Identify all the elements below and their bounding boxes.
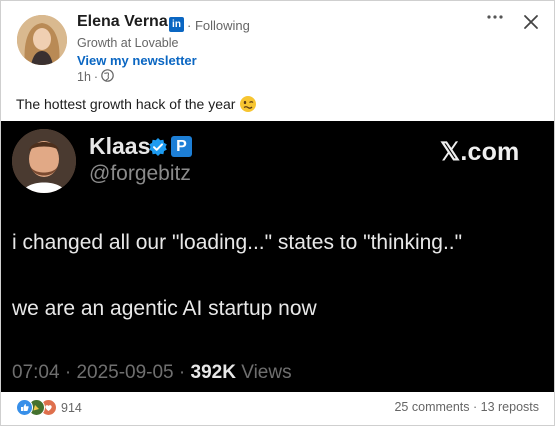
globe-icon [101,69,114,85]
view-newsletter-link[interactable]: View my newsletter [77,53,197,68]
following-label: Following [194,18,250,33]
x-com-logo: 𝕏.com [440,138,520,166]
tweet-date: 2025-09-05 [76,362,174,383]
separator-dot: · [93,70,99,84]
post-body: The hottest growth hack of the year [16,96,236,112]
verified-badge-icon [148,137,168,157]
separator-dot: · [178,362,186,383]
reactions-summary[interactable]: 914 [16,399,82,416]
tweet-text-line-1: i changed all our "loading..." states to… [12,231,463,254]
tweet-text-line-2: we are an agentic AI startup now [12,297,317,320]
comments-reposts-count[interactable]: 25 comments · 13 reposts [394,400,539,414]
post-text: The hottest growth hack of the year [16,95,257,113]
tweet-views-label: Views [241,362,292,383]
author-name[interactable]: Elena Verna [77,13,168,31]
tweet-views-count: 392K [190,362,236,383]
author-headline: Growth at Lovable [77,36,179,50]
follow-status: · Following [187,18,250,33]
author-avatar[interactable] [17,15,67,65]
linkedin-premium-icon: in [169,17,184,32]
post-meta: 1h · [77,69,114,85]
tweet-time: 07:04 [12,362,60,383]
close-icon[interactable] [522,13,540,31]
reaction-count: 914 [61,400,82,415]
tweet-screenshot[interactable]: Klaas P @forgebitz 𝕏.com i changed all o… [1,121,554,392]
tweet-author-name: Klaas [89,133,151,159]
woozy-face-icon [239,95,257,113]
p-badge-icon: P [171,136,192,157]
post-time: 1h [77,70,91,84]
separator-dot: · [187,18,192,33]
more-options-icon[interactable] [485,7,505,32]
tweet-author-avatar [12,129,76,193]
linkedin-post-card: Elena Verna in · Following Growth at Lov… [0,0,555,426]
tweet-footer: 07:04 · 2025-09-05 · 392K Views [12,362,292,384]
like-icon [16,399,33,416]
tweet-handle: @forgebitz [89,162,191,185]
separator-dot: · [64,362,72,383]
